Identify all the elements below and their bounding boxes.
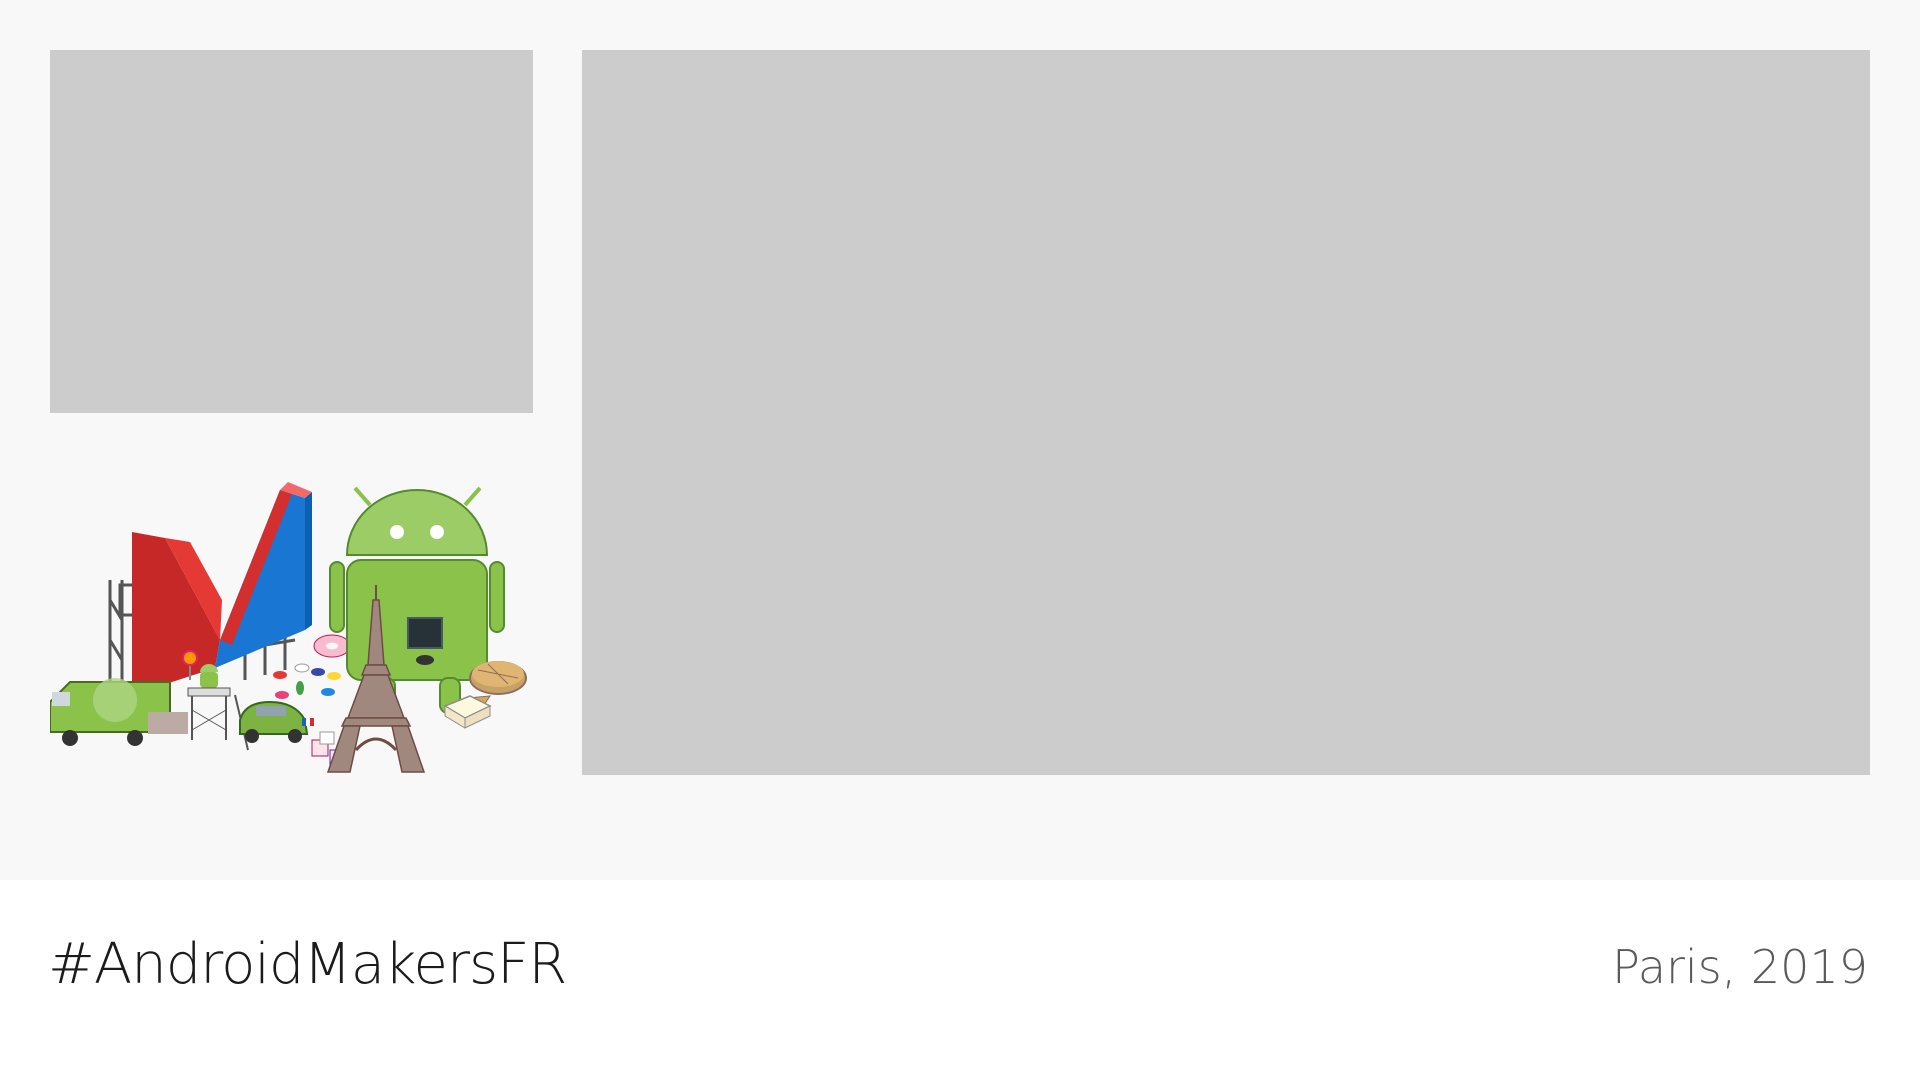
small-android-icon (187, 664, 249, 751)
event-location-date: Paris, 2019 (1612, 940, 1868, 994)
android-makers-illustration (50, 482, 527, 773)
event-hashtag: #AndroidMakersFR (48, 932, 567, 997)
small-video-placeholder (50, 50, 533, 413)
main-video-placeholder (582, 50, 1870, 775)
donut-icon (313, 634, 351, 658)
slide-stage (0, 0, 1920, 880)
slide-footer: #AndroidMakersFR Paris, 2019 (0, 880, 1920, 1080)
van-icon (50, 678, 188, 746)
jelly-beans-icon (273, 663, 341, 699)
car-icon (239, 700, 314, 743)
